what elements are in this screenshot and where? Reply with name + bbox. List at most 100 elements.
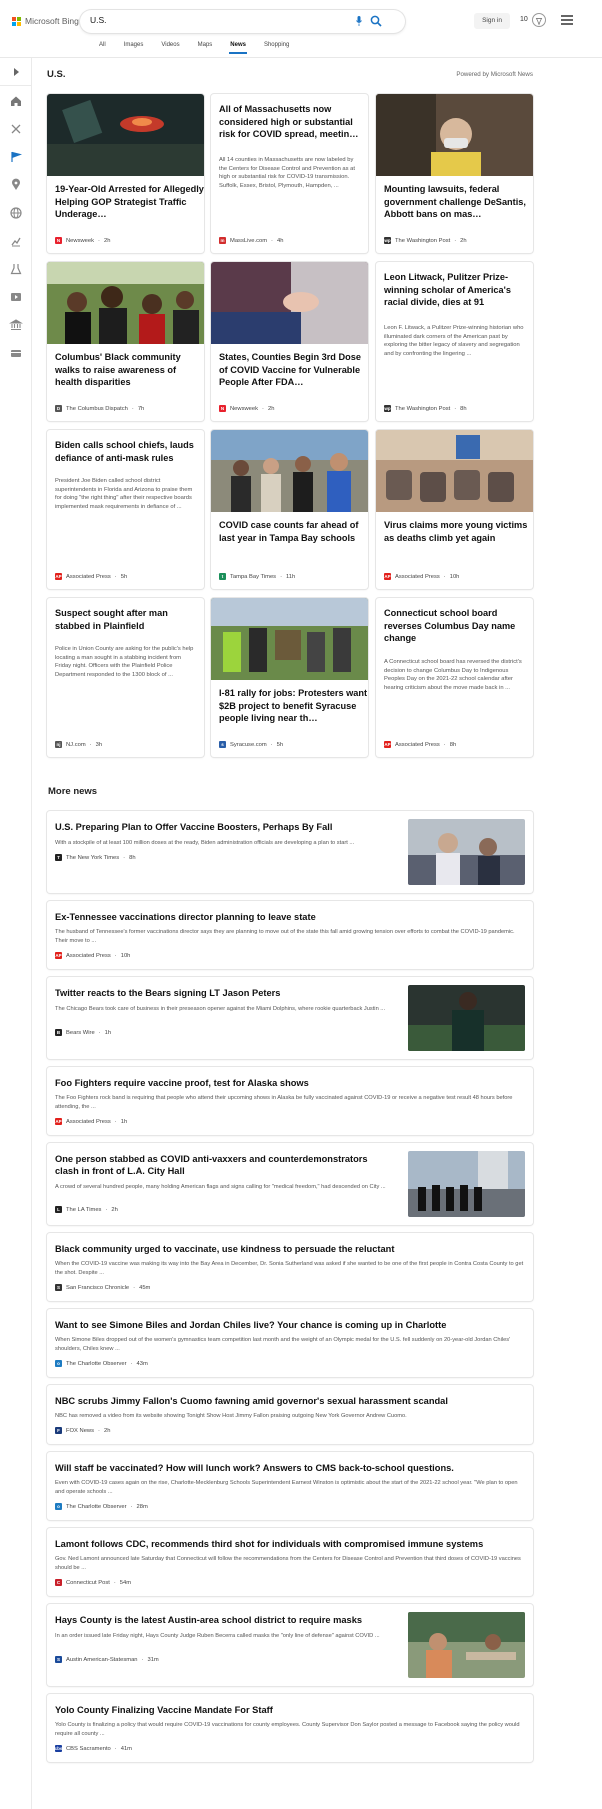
list-item-title[interactable]: Black community urged to vaccinate, use … <box>55 1243 394 1255</box>
tab-maps[interactable]: Maps <box>189 40 222 56</box>
search-icon[interactable] <box>370 15 382 27</box>
hamburger-menu-icon[interactable] <box>561 15 573 25</box>
powered-by-label[interactable]: Powered by Microsoft News <box>456 71 533 78</box>
news-image <box>211 262 368 344</box>
science-icon[interactable] <box>9 262 23 276</box>
news-list-item[interactable]: Foo Fighters require vaccine proof, test… <box>47 1067 533 1135</box>
search-input[interactable] <box>90 15 320 25</box>
bank-icon[interactable] <box>9 318 23 332</box>
news-card[interactable]: Columbus' Black community walks to raise… <box>47 262 204 421</box>
news-card[interactable]: COVID case counts far ahead of last year… <box>211 430 368 589</box>
chart-icon[interactable] <box>9 234 23 248</box>
list-item-description: Gov. Ned Lamont announced late Saturday … <box>55 1556 521 1571</box>
card-description: Police in Union County are asking for th… <box>55 646 194 678</box>
source-favicon-icon: N <box>219 405 226 412</box>
news-list-item[interactable]: Will staff be vaccinated? How will lunch… <box>47 1452 533 1520</box>
source-favicon-icon: m <box>219 237 226 244</box>
news-card[interactable]: 19-Year-Old Arrested for Allegedly Helpi… <box>47 94 204 253</box>
news-card[interactable]: Connecticut school board reverses Columb… <box>376 598 533 757</box>
list-item-title[interactable]: Yolo County Finalizing Vaccine Mandate F… <box>55 1704 273 1716</box>
source-time: 10h <box>449 573 460 580</box>
news-image <box>376 94 533 176</box>
news-list-item[interactable]: Want to see Simone Biles and Jordan Chil… <box>47 1309 533 1377</box>
list-item-title[interactable]: Want to see Simone Biles and Jordan Chil… <box>55 1319 446 1331</box>
card-source: wp The Washington Post · 8h <box>384 405 467 412</box>
source-time: 5h <box>120 573 128 580</box>
rewards-icon[interactable] <box>532 13 546 27</box>
source-favicon-icon: L <box>55 1206 62 1213</box>
search-box[interactable] <box>80 10 405 33</box>
news-list-item[interactable]: One person stabbed as COVID anti-vaxxers… <box>47 1143 533 1225</box>
list-item-description: With a stockpile of at least 100 million… <box>55 840 355 846</box>
microphone-icon[interactable] <box>356 16 362 26</box>
card-title[interactable]: All of Massachusetts now considered high… <box>219 103 368 141</box>
search-tabs: All Images Videos Maps News Shopping <box>90 40 298 56</box>
list-item-title[interactable]: Lamont follows CDC, recommends third sho… <box>55 1538 483 1550</box>
news-list-item[interactable]: Twitter reacts to the Bears signing LT J… <box>47 977 533 1059</box>
list-item-title[interactable]: Foo Fighters require vaccine proof, test… <box>55 1077 309 1089</box>
list-item-title[interactable]: NBC scrubs Jimmy Fallon's Cuomo fawning … <box>55 1395 448 1407</box>
tab-all[interactable]: All <box>90 40 115 56</box>
card-title[interactable]: Columbus' Black community walks to raise… <box>55 351 204 389</box>
chevron-right-icon[interactable] <box>9 65 23 79</box>
card-title[interactable]: Mounting lawsuits, federal government ch… <box>384 183 533 221</box>
news-card[interactable]: All of Massachusetts now considered high… <box>211 94 368 253</box>
card-description: President Joe Biden called school distri… <box>55 478 193 510</box>
news-card[interactable]: Virus claims more young victims as death… <box>376 430 533 589</box>
news-card[interactable]: Leon Litwack, Pulitzer Prize-winning sch… <box>376 262 533 421</box>
more-news-heading: More news <box>48 786 98 797</box>
tab-images[interactable]: Images <box>115 40 153 56</box>
list-item-description: In an order issued late Friday night, Ha… <box>55 1633 380 1639</box>
news-thumbnail <box>408 819 525 885</box>
news-list-item[interactable]: Lamont follows CDC, recommends third sho… <box>47 1528 533 1596</box>
news-list-item[interactable]: Hays County is the latest Austin-area sc… <box>47 1604 533 1686</box>
card-icon[interactable] <box>9 346 23 360</box>
sign-in-button[interactable]: Sign in <box>474 13 510 29</box>
tab-news[interactable]: News <box>221 40 255 56</box>
source-time: 2h <box>103 237 111 244</box>
home-icon[interactable] <box>9 94 23 108</box>
tab-videos[interactable]: Videos <box>152 40 188 56</box>
list-item-title[interactable]: Ex-Tennessee vaccinations director plann… <box>55 911 316 923</box>
news-card[interactable]: I-81 rally for jobs: Protesters want $2B… <box>211 598 368 757</box>
news-list-item[interactable]: Yolo County Finalizing Vaccine Mandate F… <box>47 1694 533 1762</box>
list-item-title[interactable]: One person stabbed as COVID anti-vaxxers… <box>55 1153 393 1177</box>
card-title[interactable]: 19-Year-Old Arrested for Allegedly Helpi… <box>55 183 204 221</box>
news-card[interactable]: Biden calls school chiefs, lauds defianc… <box>47 430 204 589</box>
news-list-item[interactable]: Black community urged to vaccinate, use … <box>47 1233 533 1301</box>
card-title[interactable]: Biden calls school chiefs, lauds defianc… <box>55 439 204 464</box>
flag-icon[interactable] <box>9 150 23 164</box>
list-item-title[interactable]: U.S. Preparing Plan to Offer Vaccine Boo… <box>55 821 332 833</box>
card-title[interactable]: Suspect sought after man stabbed in Plai… <box>55 607 204 632</box>
list-item-title[interactable]: Twitter reacts to the Bears signing LT J… <box>55 987 280 999</box>
location-icon[interactable] <box>9 178 23 192</box>
tab-shopping[interactable]: Shopping <box>255 40 298 56</box>
card-title[interactable]: Leon Litwack, Pulitzer Prize-winning sch… <box>384 271 533 309</box>
news-card[interactable]: Suspect sought after man stabbed in Plai… <box>47 598 204 757</box>
card-title[interactable]: Virus claims more young victims as death… <box>384 519 533 544</box>
sparkle-icon[interactable] <box>9 122 23 136</box>
news-list-item[interactable]: Ex-Tennessee vaccinations director plann… <box>47 901 533 969</box>
news-card[interactable]: States, Counties Begin 3rd Dose of COVID… <box>211 262 368 421</box>
list-item-description: The husband of Tennessee's former vaccin… <box>55 929 515 944</box>
card-source: nj NJ.com · 3h <box>55 741 103 748</box>
source-name: Syracuse.com <box>230 741 267 748</box>
news-list-item[interactable]: U.S. Preparing Plan to Offer Vaccine Boo… <box>47 811 533 893</box>
rewards-count[interactable]: 10 <box>520 16 528 23</box>
source-favicon-icon: AP <box>55 573 62 580</box>
card-title[interactable]: COVID case counts far ahead of last year… <box>219 519 368 544</box>
list-item-title[interactable]: Hays County is the latest Austin-area sc… <box>55 1614 362 1626</box>
source-name: Associated Press <box>395 573 440 580</box>
list-item-title[interactable]: Will staff be vaccinated? How will lunch… <box>55 1462 454 1474</box>
source-name: Newsweek <box>230 405 259 412</box>
card-title[interactable]: Connecticut school board reverses Columb… <box>384 607 533 645</box>
card-title[interactable]: I-81 rally for jobs: Protesters want $2B… <box>219 687 368 725</box>
news-card[interactable]: Mounting lawsuits, federal government ch… <box>376 94 533 253</box>
globe-icon[interactable] <box>9 206 23 220</box>
news-list-item[interactable]: NBC scrubs Jimmy Fallon's Cuomo fawning … <box>47 1385 533 1444</box>
source-time: 4h <box>276 237 284 244</box>
bing-logo[interactable]: Microsoft Bing <box>12 16 79 26</box>
list-item-description: Even with COVID-19 cases again on the ri… <box>55 1480 518 1495</box>
card-title[interactable]: States, Counties Begin 3rd Dose of COVID… <box>219 351 368 389</box>
video-icon[interactable] <box>9 290 23 304</box>
